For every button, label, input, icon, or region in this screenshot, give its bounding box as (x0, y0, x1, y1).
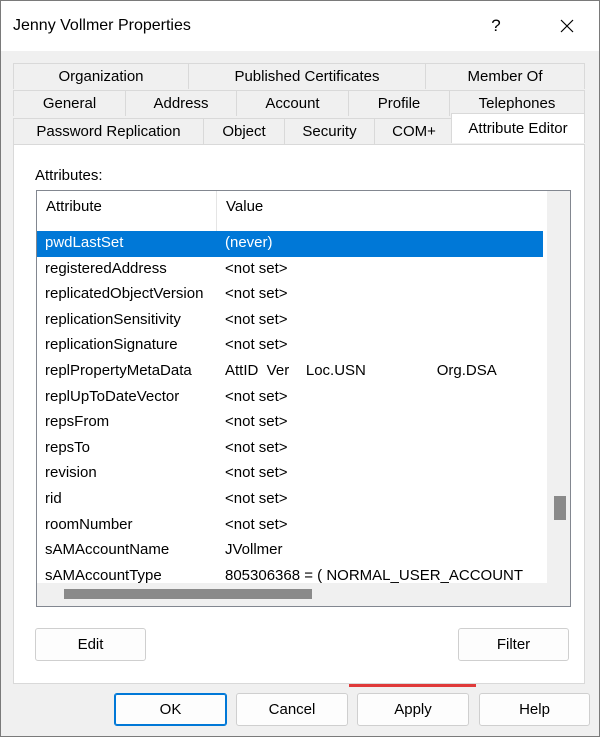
table-row[interactable]: replUpToDateVector <not set> (37, 385, 543, 411)
table-row[interactable]: repsFrom <not set> (37, 410, 543, 436)
close-icon (560, 19, 574, 33)
close-button[interactable] (541, 1, 593, 51)
dialog-client-area: Organization Published Certificates Memb… (1, 51, 599, 736)
attribute-name-cell: rid (45, 489, 62, 507)
table-row[interactable]: sAMAccountName JVollmer (37, 538, 543, 564)
filter-button[interactable]: Filter (458, 628, 569, 661)
table-row[interactable]: replPropertyMetaData AttID Ver Loc.USN Or… (37, 359, 543, 385)
help-title-button[interactable]: ? (471, 1, 521, 51)
tab-member-of[interactable]: Member Of (425, 63, 585, 89)
apply-button[interactable]: Apply (357, 693, 469, 726)
attribute-editor-panel: Attributes: Attribute Value pwdLastSet (n… (13, 144, 585, 684)
table-row[interactable]: roomNumber <not set> (37, 513, 543, 539)
attribute-name-cell: replicatedObjectVersion (45, 285, 204, 303)
attribute-value-cell: (never) (225, 234, 273, 251)
attribute-name-cell: replicationSensitivity (45, 310, 181, 328)
attribute-value-cell: <not set> (225, 336, 288, 354)
attribute-value-cell: <not set> (225, 515, 288, 533)
attribute-value-cell: <not set> (225, 413, 288, 431)
list-rows: pwdLastSet (never) registeredAddress <not s… (37, 231, 543, 589)
attribute-name-cell: registeredAddress (45, 259, 167, 277)
horizontal-scroll-thumb[interactable] (64, 589, 312, 599)
properties-dialog: Jenny Vollmer Properties ? Organization … (0, 0, 600, 737)
tab-published-certificates[interactable]: Published Certificates (188, 63, 425, 89)
table-row[interactable]: replicationSensitivity <not set> (37, 308, 543, 334)
attribute-value-cell: <not set> (225, 285, 288, 303)
attribute-name-cell: repsFrom (45, 413, 110, 431)
vertical-scrollbar[interactable] (547, 191, 570, 583)
window-title: Jenny Vollmer Properties (13, 17, 191, 34)
tab-password-replication[interactable]: Password Replication (13, 118, 203, 144)
table-row[interactable]: replicatedObjectVersion <not set> (37, 282, 543, 308)
attributes-label: Attributes: (35, 167, 103, 184)
table-row[interactable]: registeredAddress <not set> (37, 257, 543, 283)
attribute-name-cell: sAMAccountType (45, 566, 162, 584)
tab-object[interactable]: Object (203, 118, 284, 144)
cancel-button[interactable]: Cancel (236, 693, 348, 726)
table-row[interactable]: repsTo <not set> (37, 436, 543, 462)
attribute-name-cell: replicationSignature (45, 336, 178, 354)
tab-com-plus[interactable]: COM+ (374, 118, 453, 144)
attribute-value-cell: <not set> (225, 259, 288, 277)
table-row[interactable]: replicationSignature <not set> (37, 333, 543, 359)
attribute-value-cell: <not set> (225, 310, 288, 328)
table-row[interactable]: revision <not set> (37, 461, 543, 487)
tab-attribute-editor[interactable]: Attribute Editor (451, 113, 585, 143)
title-bar: Jenny Vollmer Properties ? (1, 1, 599, 51)
attribute-name-cell: pwdLastSet (45, 234, 124, 251)
attribute-name-cell: revision (45, 464, 97, 482)
tab-account[interactable]: Account (236, 90, 348, 116)
tab-address[interactable]: Address (125, 90, 236, 116)
column-header-attribute[interactable]: Attribute (37, 191, 217, 231)
attribute-value-cell: <not set> (225, 438, 288, 456)
attribute-name-cell: replUpToDateVector (45, 387, 180, 405)
attribute-name-cell: repsTo (45, 438, 91, 456)
attribute-value-cell: 805306368 = ( NORMAL_USER_ACCOUNT (225, 566, 524, 584)
tab-general[interactable]: General (13, 90, 125, 116)
attribute-name-cell: sAMAccountName (45, 541, 170, 559)
edit-button[interactable]: Edit (35, 628, 146, 661)
tab-security[interactable]: Security (284, 118, 374, 144)
table-row[interactable]: rid <not set> (37, 487, 543, 513)
tab-profile[interactable]: Profile (348, 90, 449, 116)
attribute-value-cell: <not set> (225, 489, 288, 507)
attributes-list[interactable]: Attribute Value pwdLastSet (never) registe… (36, 190, 571, 607)
help-button[interactable]: Help (479, 693, 590, 726)
question-mark-icon: ? (491, 16, 501, 35)
attribute-value-cell: JVollmer (225, 541, 283, 559)
horizontal-scrollbar[interactable] (37, 583, 570, 606)
column-header-value[interactable]: Value (217, 191, 547, 231)
table-row[interactable]: pwdLastSet (never) (37, 231, 543, 257)
attribute-name-cell: roomNumber (45, 515, 133, 533)
attribute-name-cell: replPropertyMetaData (45, 361, 192, 379)
ok-button[interactable]: OK (114, 693, 227, 726)
attribute-value-cell: <not set> (225, 387, 288, 405)
vertical-scroll-thumb[interactable] (554, 496, 566, 520)
attribute-value-cell: AttID Ver Loc.USN Org.DSA (225, 361, 497, 379)
attribute-value-cell: <not set> (225, 464, 288, 482)
list-header: Attribute Value (37, 191, 547, 231)
tab-organization[interactable]: Organization (13, 63, 188, 89)
